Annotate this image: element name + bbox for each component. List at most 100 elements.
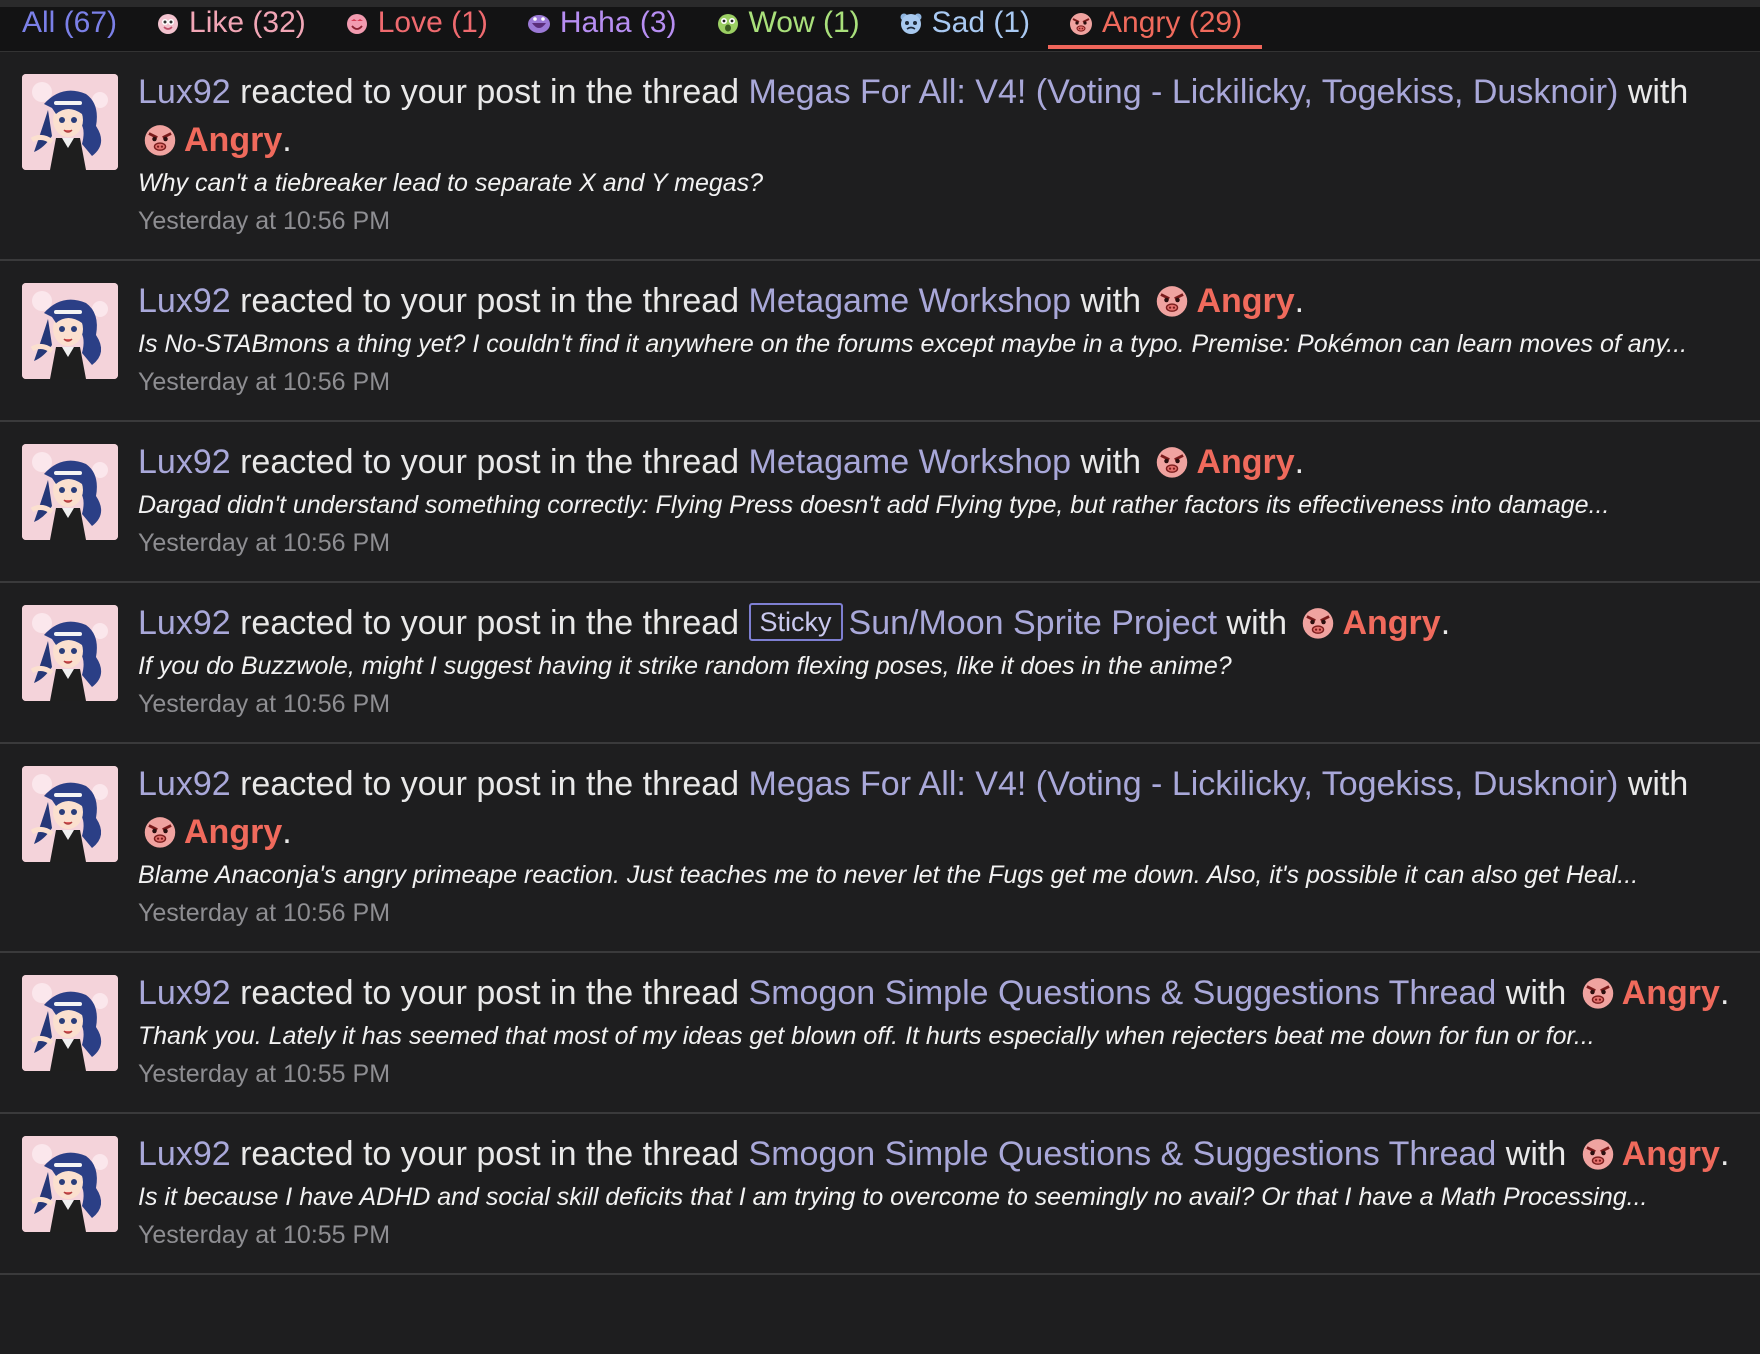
timestamp: Yesterday at 10:56 PM [138,207,391,235]
username-link[interactable]: Lux92 [138,73,231,111]
tab-like[interactable]: Like (32) [155,0,306,51]
period: . [1440,604,1451,642]
angry-reaction-icon [1154,282,1190,318]
avatar[interactable] [22,605,118,701]
tab-wow[interactable]: Wow (1) [715,0,860,51]
period: . [282,121,292,159]
like-reaction-icon [158,14,179,34]
avatar[interactable] [22,74,118,170]
action-text: reacted to your post in the thread [240,73,740,111]
post-snippet[interactable]: Blame Anaconja's angry primeape reaction… [138,857,1760,893]
post-snippet[interactable]: If you do Buzzwole, might I suggest havi… [138,648,1760,684]
sticky-badge: Sticky [748,603,843,641]
action-text: reacted to your post in the thread [240,765,740,803]
action-text: reacted to your post in the thread [240,443,740,481]
alert-text: Lux92 reacted to your post in the thread… [138,68,1740,164]
post-snippet[interactable]: Thank you. Lately it has seemed that mos… [138,1018,1760,1054]
username-link[interactable]: Lux92 [138,974,231,1012]
reaction-name: Angry [184,813,283,851]
avatar[interactable] [22,975,118,1071]
with-text: with [1505,974,1567,1012]
with-text: with [1080,443,1141,481]
tab-label: All (67) [22,6,118,39]
username-link[interactable]: Lux92 [138,443,231,481]
period: . [1719,1135,1730,1173]
timestamp: Yesterday at 10:55 PM [138,1060,391,1088]
tab-all[interactable]: All (67) [22,0,117,51]
username-link[interactable]: Lux92 [138,282,231,320]
alert-item[interactable]: Lux92 reacted to your post in the thread… [0,583,1760,744]
tab-haha[interactable]: Haha (3) [526,0,677,51]
thread-link[interactable]: Sun/Moon Sprite Project [849,604,1218,642]
alert-text: Lux92 reacted to your post in the thread… [138,760,1740,856]
action-text: reacted to your post in the thread [240,974,740,1012]
post-snippet[interactable]: Is it because I have ADHD and social ski… [138,1179,1760,1215]
love-reaction-icon [346,14,367,34]
alert-item[interactable]: Lux92 reacted to your post in the thread… [0,953,1760,1114]
tab-love[interactable]: Love (1) [344,0,488,51]
alert-content: Lux92 reacted to your post in the thread… [138,744,1760,951]
action-text: reacted to your post in the thread [240,1135,740,1173]
tab-label: Sad (1) [931,6,1031,39]
alert-item[interactable]: Lux92 reacted to your post in the thread… [0,52,1760,261]
reaction-name: Angry [1342,604,1441,642]
timestamp: Yesterday at 10:56 PM [138,899,391,927]
timestamp: Yesterday at 10:56 PM [138,529,391,557]
username-link[interactable]: Lux92 [138,604,231,642]
period: . [1719,974,1730,1012]
alert-text: Lux92 reacted to your post in the thread… [138,438,1740,486]
reaction-name: Angry [1621,974,1720,1012]
with-text: with [1627,765,1689,803]
tab-label: Wow (1) [748,6,860,39]
thread-link[interactable]: Smogon Simple Questions & Suggestions Th… [749,974,1497,1012]
angry-reaction-icon [1070,13,1093,35]
thread-link[interactable]: Metagame Workshop [749,282,1072,320]
thread-link[interactable]: Smogon Simple Questions & Suggestions Th… [749,1135,1497,1173]
action-text: reacted to your post in the thread [240,604,740,642]
tab-label: Love (1) [377,6,488,39]
tab-angry[interactable]: Angry (29) [1048,0,1263,51]
thread-link[interactable]: Megas For All: V4! (Voting - Lickilicky,… [749,765,1619,803]
avatar[interactable] [22,444,118,540]
angry-reaction-icon [142,813,178,849]
period: . [282,813,292,851]
angry-reaction-icon [1580,1135,1616,1171]
alert-list: Lux92 reacted to your post in the thread… [0,52,1760,1275]
tab-sad[interactable]: Sad (1) [898,0,1030,51]
thread-link[interactable]: Megas For All: V4! (Voting - Lickilicky,… [749,73,1619,111]
with-text: with [1627,73,1689,111]
wow-reaction-icon [717,14,738,34]
tab-label: Like (32) [189,6,306,39]
alert-text: Lux92 reacted to your post in the thread… [138,599,1740,647]
post-snippet[interactable]: Why can't a tiebreaker lead to separate … [138,165,1760,201]
period: . [1294,282,1305,320]
reaction-name: Angry [1196,282,1295,320]
alert-item[interactable]: Lux92 reacted to your post in the thread… [0,1114,1760,1275]
angry-reaction-icon [1154,443,1190,479]
tab-label: Haha (3) [559,6,677,39]
alert-item[interactable]: Lux92 reacted to your post in the thread… [0,261,1760,422]
timestamp: Yesterday at 10:56 PM [138,368,391,396]
post-snippet[interactable]: Is No-STABmons a thing yet? I couldn't f… [138,326,1760,362]
alert-item[interactable]: Lux92 reacted to your post in the thread… [0,744,1760,953]
tab-label: Angry (29) [1102,6,1243,39]
username-link[interactable]: Lux92 [138,765,231,803]
avatar[interactable] [22,766,118,862]
alert-text: Lux92 reacted to your post in the thread… [138,969,1740,1017]
post-snippet[interactable]: Dargad didn't understand something corre… [138,487,1760,523]
alert-content: Lux92 reacted to your post in the thread… [138,52,1760,259]
sad-reaction-icon [900,13,922,34]
period: . [1294,443,1305,481]
angry-reaction-icon [142,121,178,157]
alert-content: Lux92 reacted to your post in the thread… [138,583,1760,742]
angry-reaction-icon [1580,974,1616,1010]
alert-text: Lux92 reacted to your post in the thread… [138,277,1740,325]
avatar[interactable] [22,1136,118,1232]
angry-reaction-icon [1300,604,1336,640]
haha-reaction-icon [527,15,550,33]
alert-item[interactable]: Lux92 reacted to your post in the thread… [0,422,1760,583]
username-link[interactable]: Lux92 [138,1135,231,1173]
alert-content: Lux92 reacted to your post in the thread… [138,953,1760,1112]
avatar[interactable] [22,283,118,379]
thread-link[interactable]: Metagame Workshop [749,443,1072,481]
